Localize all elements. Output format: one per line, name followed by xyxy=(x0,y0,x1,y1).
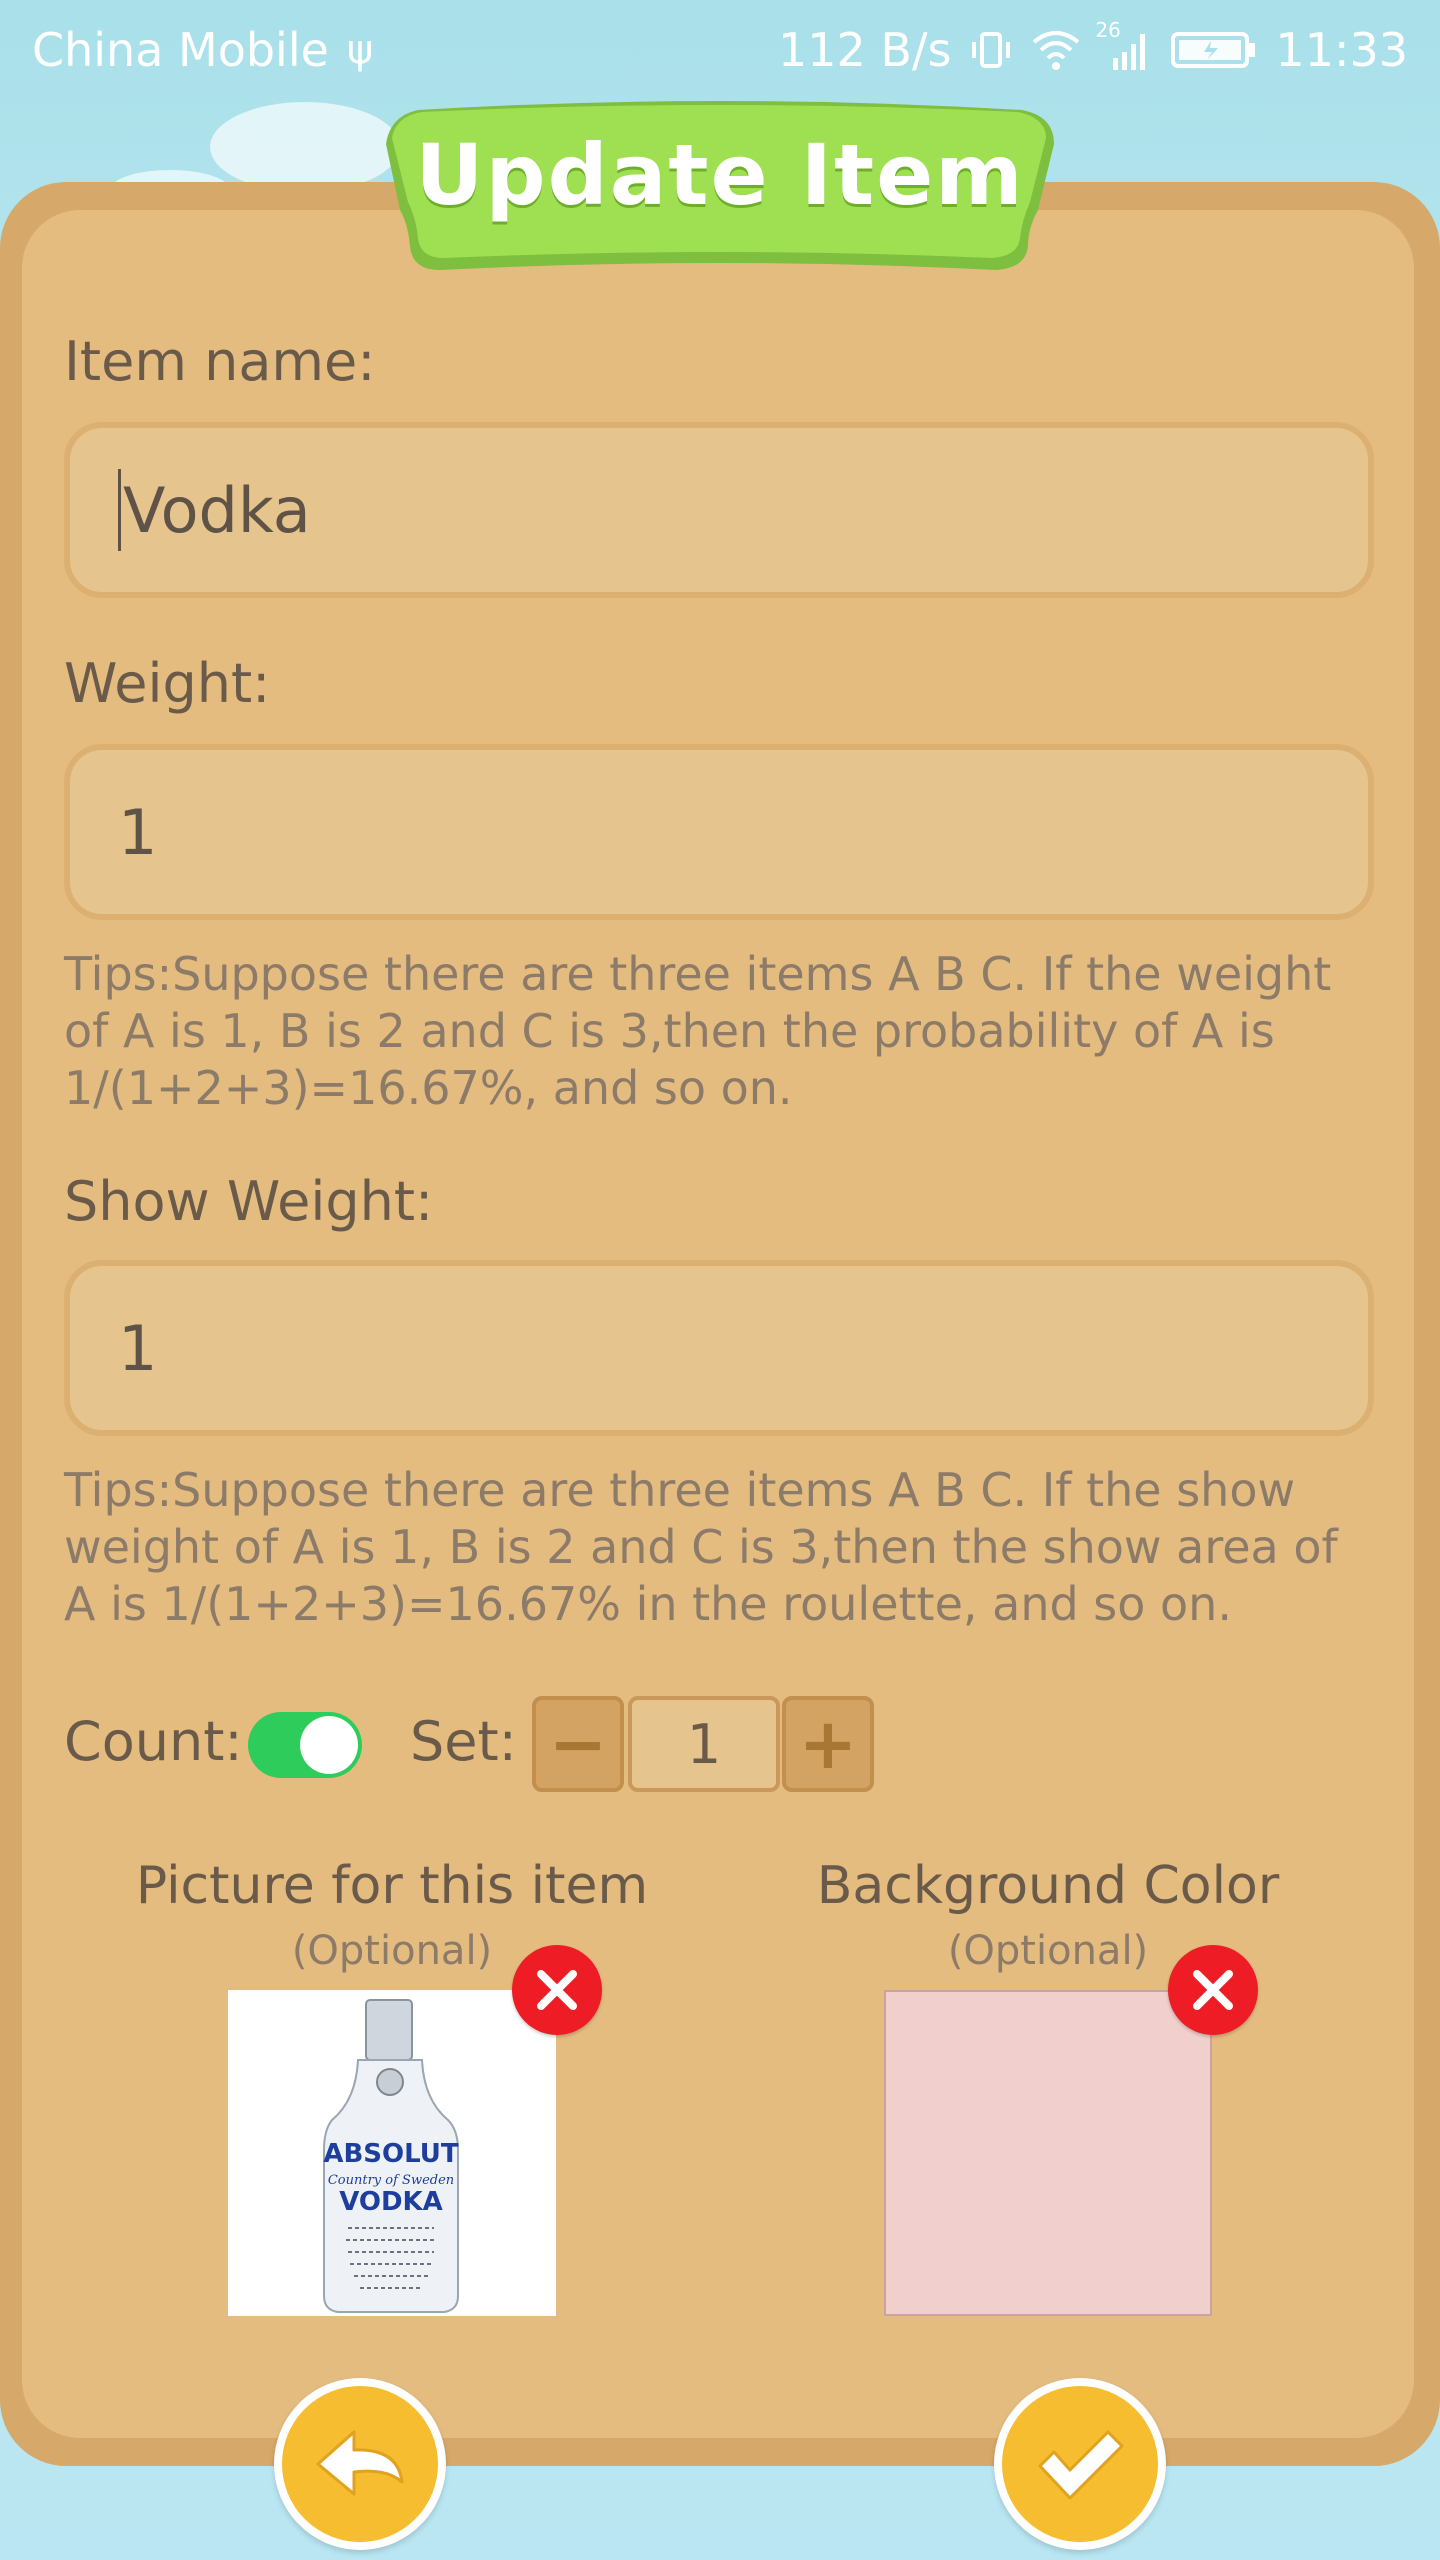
bottle-country: Country of Sweden xyxy=(328,2173,454,2188)
increment-button[interactable]: + xyxy=(782,1696,874,1792)
network-badge: 26 xyxy=(1095,18,1121,42)
cloud xyxy=(210,102,400,192)
carrier-name: China Mobile xyxy=(32,23,329,77)
show-weight-input[interactable]: 1 xyxy=(64,1260,1374,1436)
picture-title: Picture for this item xyxy=(135,1856,649,1916)
item-name-label: Item name: xyxy=(64,330,376,393)
wifi-icon xyxy=(1033,31,1080,70)
clock: 11:33 xyxy=(1275,23,1408,77)
show-weight-tips: Tips:Suppose there are three items A B C… xyxy=(64,1463,1338,1631)
check-icon xyxy=(1038,2430,1124,2500)
usb-icon: ψ xyxy=(346,27,374,73)
weight-value: 1 xyxy=(118,795,158,869)
decrement-button[interactable]: − xyxy=(532,1696,624,1792)
count-toggle[interactable] xyxy=(248,1712,362,1778)
picture-optional: (Optional) xyxy=(291,1928,493,1974)
back-button[interactable] xyxy=(274,2378,446,2550)
weight-input[interactable]: 1 xyxy=(64,744,1374,920)
item-picture[interactable]: ABSOLUT Country of Sweden VODKA xyxy=(228,1990,556,2316)
set-label: Set: xyxy=(410,1710,517,1773)
background-color-swatch[interactable] xyxy=(884,1990,1212,2316)
count-label: Count: xyxy=(64,1710,243,1773)
dialog-title: Update Item xyxy=(415,126,1025,224)
set-value[interactable]: 1 xyxy=(628,1696,780,1792)
remove-picture-button[interactable] xyxy=(512,1945,602,2035)
close-icon xyxy=(537,1970,577,2010)
minus-icon: − xyxy=(548,1703,608,1785)
weight-label: Weight: xyxy=(64,652,271,715)
title-banner: Update Item xyxy=(378,98,1062,280)
vibrate-icon xyxy=(972,32,1011,68)
toggle-knob xyxy=(300,1716,358,1774)
vodka-bottle-image: ABSOLUT Country of Sweden VODKA xyxy=(228,1990,556,2316)
weight-tips: Tips:Suppose there are three items A B C… xyxy=(64,947,1332,1115)
background-color-title: Background Color xyxy=(816,1856,1280,1916)
show-weight-label: Show Weight: xyxy=(64,1170,434,1233)
item-name-input[interactable]: Vodka xyxy=(64,422,1374,598)
battery-icon xyxy=(1171,32,1256,68)
status-bar: China Mobile ψ 112 B/s 26 11:33 xyxy=(0,0,1440,100)
text-cursor xyxy=(118,469,121,551)
remove-color-button[interactable] xyxy=(1168,1945,1258,2035)
background-color-optional: (Optional) xyxy=(947,1928,1149,1974)
show-weight-value: 1 xyxy=(118,1311,158,1385)
confirm-button[interactable] xyxy=(994,2378,1166,2550)
item-name-value: Vodka xyxy=(123,473,311,547)
bottle-brand: ABSOLUT xyxy=(323,2139,459,2169)
plus-icon: + xyxy=(798,1703,858,1785)
network-speed: 112 B/s xyxy=(777,23,952,77)
close-icon xyxy=(1193,1970,1233,2010)
back-arrow-icon xyxy=(316,2430,404,2496)
bottle-product: VODKA xyxy=(339,2187,443,2217)
